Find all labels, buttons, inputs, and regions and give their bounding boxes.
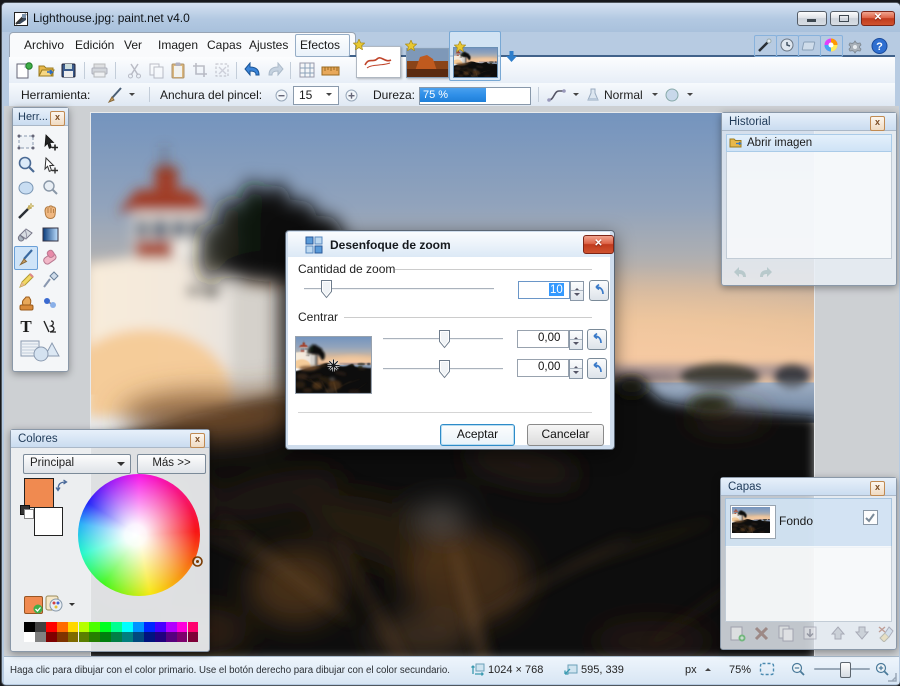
svg-text:?: ? xyxy=(876,41,883,53)
svg-text:T: T xyxy=(20,317,32,336)
